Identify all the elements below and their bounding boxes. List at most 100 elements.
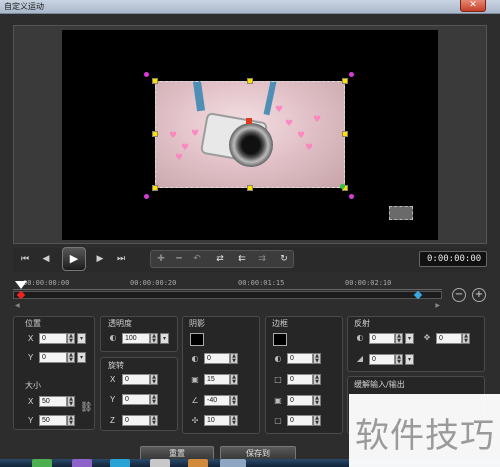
rotation-x-stepper[interactable]: ▲ ▼: [150, 374, 158, 385]
reflection-title: 反射: [354, 319, 370, 328]
distort-handle-bottom-right[interactable]: [349, 194, 354, 199]
opacity-dropdown[interactable]: ▾: [160, 333, 169, 344]
distort-handle-top-left[interactable]: [144, 72, 149, 77]
center-anchor-handle[interactable]: [246, 118, 252, 124]
tick-label: 00:00:00:20: [130, 279, 177, 287]
reflection-fade-input[interactable]: 0: [369, 354, 395, 365]
reflection-offset-stepper[interactable]: ▲ ▼: [462, 333, 470, 344]
taskbar-app-icon[interactable]: [32, 459, 52, 467]
keyframe-track[interactable]: [13, 291, 442, 299]
reflection-offset-input[interactable]: 0: [436, 333, 462, 344]
shadow-distance-input[interactable]: 15: [204, 374, 230, 385]
taskbar-app-icon[interactable]: [220, 459, 246, 467]
size-x-stepper[interactable]: ▲ ▼: [67, 396, 75, 407]
move-left-keyframe-icon[interactable]: ⇇: [234, 251, 250, 267]
go-end-icon[interactable]: ⏭: [113, 251, 129, 267]
shadow-opacity-input[interactable]: 0: [204, 353, 230, 364]
close-button[interactable]: ✕: [460, 0, 486, 12]
distort-handle-top-right[interactable]: [349, 72, 354, 77]
prev-frame-icon[interactable]: ◀: [38, 251, 54, 267]
scroll-left-icon[interactable]: ◀: [15, 302, 20, 309]
resize-handle-bottom[interactable]: [247, 185, 253, 191]
border-width-input[interactable]: 0: [287, 374, 313, 385]
reflection-fade-dropdown[interactable]: ▾: [405, 354, 414, 365]
border-softness-input[interactable]: 0: [287, 395, 313, 406]
shadow-angle-input[interactable]: -40: [204, 395, 230, 406]
go-start-icon[interactable]: ⏮: [17, 251, 33, 267]
reflection-opacity-input[interactable]: 0: [369, 333, 395, 344]
size-title: 大小: [25, 381, 41, 390]
resize-handle-top[interactable]: [247, 78, 253, 84]
reflection-fade-icon: ◢: [356, 354, 364, 363]
resize-handle-top-left[interactable]: [152, 78, 158, 84]
playhead-marker[interactable]: [15, 281, 27, 289]
rotation-y-stepper[interactable]: ▲ ▼: [150, 394, 158, 405]
opacity-stepper[interactable]: ▲ ▼: [150, 333, 158, 344]
shadow-distance-stepper[interactable]: ▲ ▼: [230, 374, 238, 385]
border-width-stepper[interactable]: ▲ ▼: [313, 374, 321, 385]
border-title: 边框: [272, 319, 288, 328]
swap-keyframe-icon[interactable]: ⇄: [212, 251, 228, 267]
opacity-title: 透明度: [108, 319, 132, 328]
border-opacity-input[interactable]: 0: [287, 353, 313, 364]
position-x-stepper[interactable]: ▲ ▼: [67, 333, 75, 344]
border-corner-stepper[interactable]: ▲ ▼: [313, 415, 321, 426]
goto-keyframe-icon[interactable]: ↻: [276, 251, 292, 267]
position-y-dropdown[interactable]: ▾: [77, 352, 86, 363]
shadow-blur-stepper[interactable]: ▲ ▼: [230, 415, 238, 426]
shadow-opacity-stepper[interactable]: ▲ ▼: [230, 353, 238, 364]
navigator-thumbnail[interactable]: [389, 206, 413, 220]
zoom-in-icon[interactable]: +: [472, 288, 486, 302]
remove-keyframe-icon[interactable]: ━: [171, 251, 187, 267]
rotation-z-stepper[interactable]: ▲ ▼: [150, 415, 158, 426]
move-right-keyframe-icon[interactable]: ⇉: [254, 251, 270, 267]
add-keyframe-icon[interactable]: ✚: [153, 251, 169, 267]
shadow-color-swatch[interactable]: [190, 333, 204, 346]
taskbar-app-icon[interactable]: [110, 459, 130, 467]
size-x-input[interactable]: 50: [39, 396, 67, 407]
taskbar-app-icon[interactable]: [150, 459, 170, 467]
reflection-opacity-dropdown[interactable]: ▾: [405, 333, 414, 344]
resize-handle-bottom-left[interactable]: [152, 185, 158, 191]
play-button[interactable]: ▶: [62, 247, 86, 271]
size-y-input[interactable]: 50: [39, 415, 67, 426]
border-corner-icon: ▢: [274, 416, 282, 425]
opacity-icon: ◐: [109, 333, 117, 342]
rotation-y-label: Y: [110, 395, 116, 404]
position-y-stepper[interactable]: ▲ ▼: [67, 352, 75, 363]
border-corner-input[interactable]: 0: [287, 415, 313, 426]
scroll-right-icon[interactable]: ▶: [435, 302, 440, 309]
rotation-y-input[interactable]: 0: [122, 394, 150, 405]
size-y-stepper[interactable]: ▲ ▼: [67, 415, 75, 426]
resize-handle-left[interactable]: [152, 131, 158, 137]
lock-ratio-icon[interactable]: ⛓: [80, 402, 93, 418]
zoom-out-icon[interactable]: −: [452, 288, 466, 302]
taskbar-app-icon[interactable]: [188, 459, 208, 467]
border-softness-stepper[interactable]: ▲ ▼: [313, 395, 321, 406]
position-x-input[interactable]: 0: [39, 333, 67, 344]
play-icon: ▶: [69, 252, 79, 265]
reverse-keyframe-icon[interactable]: ↶: [189, 251, 205, 267]
shadow-blur-input[interactable]: 10: [204, 415, 230, 426]
shadow-angle-stepper[interactable]: ▲ ▼: [230, 395, 238, 406]
rotation-z-input[interactable]: 0: [122, 415, 150, 426]
taskbar-app-icon[interactable]: [72, 459, 92, 467]
timecode-display[interactable]: 0:00:00:00: [419, 251, 487, 267]
reflection-opacity-stepper[interactable]: ▲ ▼: [395, 333, 403, 344]
keyframe-path-point[interactable]: [340, 184, 345, 189]
border-opacity-stepper[interactable]: ▲ ▼: [313, 353, 321, 364]
selection-box[interactable]: [155, 81, 345, 188]
resize-handle-right[interactable]: [342, 131, 348, 137]
rotation-x-input[interactable]: 0: [122, 374, 150, 385]
distort-handle-bottom-left[interactable]: [144, 194, 149, 199]
opacity-input[interactable]: 100: [122, 333, 150, 344]
resize-handle-top-right[interactable]: [342, 78, 348, 84]
border-color-swatch[interactable]: [273, 333, 287, 346]
position-x-dropdown[interactable]: ▾: [77, 333, 86, 344]
title-bar: 自定义运动 ✕: [0, 0, 500, 14]
next-frame-icon[interactable]: ▶: [92, 251, 108, 267]
shadow-opacity-icon: ◐: [191, 354, 199, 363]
reflection-fade-stepper[interactable]: ▲ ▼: [395, 354, 403, 365]
position-y-input[interactable]: 0: [39, 352, 67, 363]
timeline-scrollbar[interactable]: ◀ ▶: [13, 302, 442, 309]
